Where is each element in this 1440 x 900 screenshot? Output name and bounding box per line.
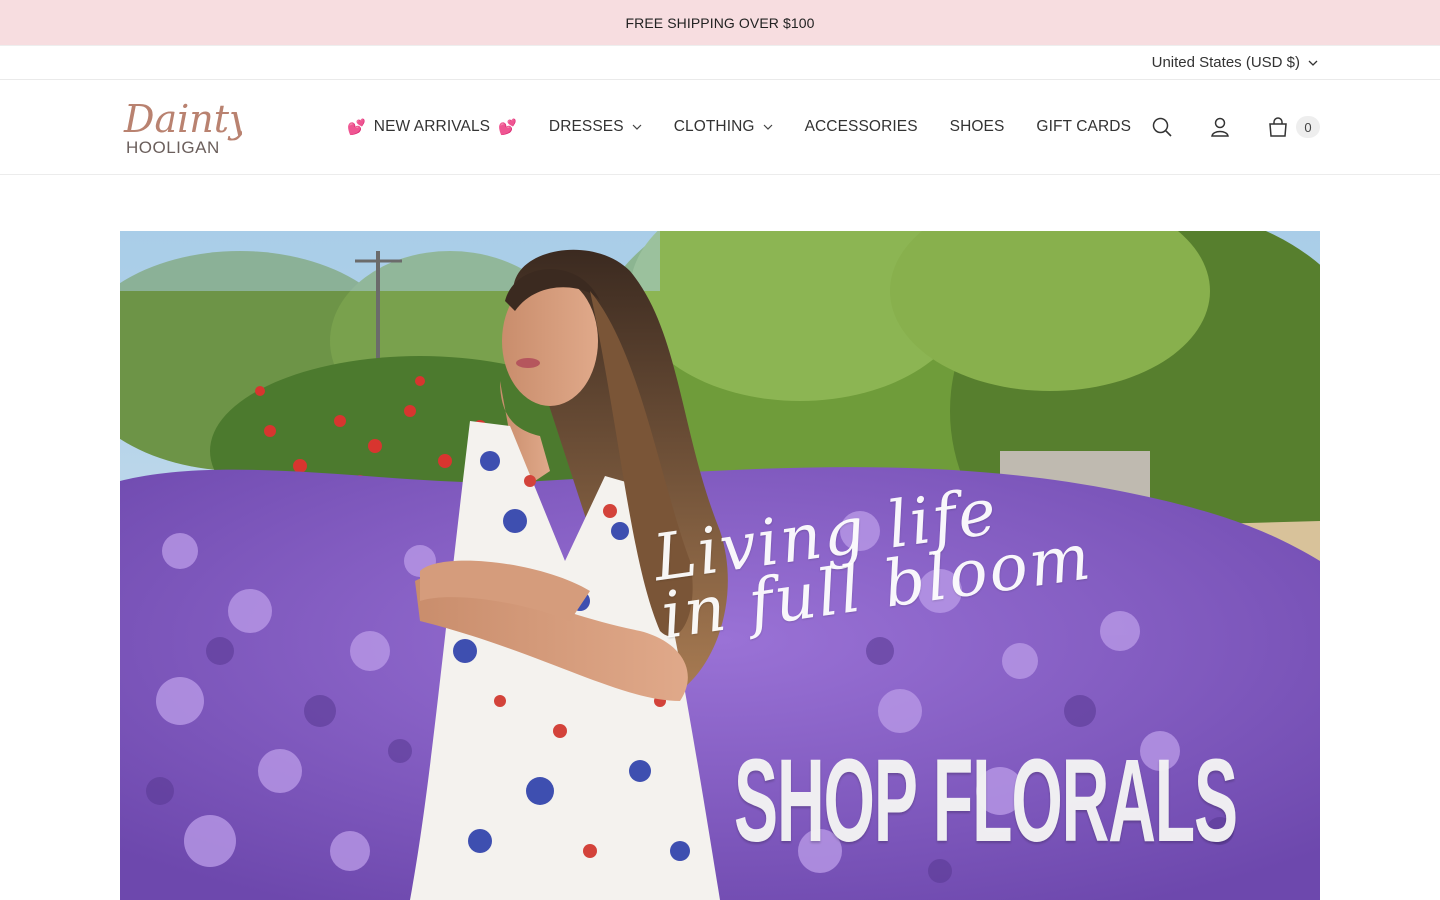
shop-florals-cta[interactable]: SHOP FLORALS <box>734 736 1238 866</box>
search-button[interactable] <box>1150 115 1174 139</box>
account-icon <box>1211 117 1229 137</box>
nav-shoes[interactable]: SHOES <box>950 118 1005 136</box>
nav-gift-cards[interactable]: GIFT CARDS <box>1036 118 1131 136</box>
brand-logo[interactable]: Dainty HOOLIGAN <box>122 96 251 158</box>
announcement-text: FREE SHIPPING OVER $100 <box>625 14 815 31</box>
nav-gift-cards-label: GIFT CARDS <box>1036 118 1132 135</box>
nav-clothing-label: CLOTHING <box>673 118 755 135</box>
nav-new-arrivals[interactable]: 💕 NEW ARRIVALS 💕 <box>347 118 517 136</box>
nav-accessories[interactable]: ACCESSORIES <box>805 118 918 136</box>
chevron-down-icon <box>632 124 642 130</box>
chevron-down-icon <box>763 124 773 130</box>
nav-shoes-label: SHOES <box>949 118 1005 135</box>
hearts-icon: 💕 <box>498 119 517 136</box>
nav-accessories-label: ACCESSORIES <box>804 118 918 135</box>
cart-count-badge: 0 <box>1296 116 1320 138</box>
nav-clothing[interactable]: CLOTHING <box>674 118 773 136</box>
announcement-bar: FREE SHIPPING OVER $100 <box>0 0 1440 45</box>
main-nav: 💕 NEW ARRIVALS 💕 DRESSES CLOTHING ACCESS… <box>347 80 1131 174</box>
cart-icon-wrap <box>1266 115 1290 139</box>
currency-label: United States (USD $) <box>1151 54 1300 71</box>
header-actions: 0 <box>1150 80 1320 174</box>
hero-banner[interactable]: Living life in full bloom SHOP FLORALS <box>120 231 1320 900</box>
search-icon <box>1152 117 1172 137</box>
site-header: Dainty HOOLIGAN 💕 NEW ARRIVALS 💕 DRESSES… <box>0 80 1440 175</box>
nav-dresses-label: DRESSES <box>548 118 624 135</box>
utility-bar: United States (USD $) <box>0 45 1440 80</box>
nav-new-arrivals-label: NEW ARRIVALS <box>373 118 491 135</box>
cart-icon <box>1269 117 1287 137</box>
hearts-icon: 💕 <box>347 119 366 136</box>
cart-button[interactable]: 0 <box>1266 115 1320 139</box>
nav-dresses[interactable]: DRESSES <box>549 118 642 136</box>
currency-selector[interactable]: United States (USD $) <box>1152 54 1318 71</box>
chevron-down-icon <box>1308 60 1318 66</box>
account-button[interactable] <box>1208 115 1232 139</box>
logo-script: Dainty <box>123 97 242 141</box>
logo-wordmark: HOOLIGAN <box>126 138 220 157</box>
